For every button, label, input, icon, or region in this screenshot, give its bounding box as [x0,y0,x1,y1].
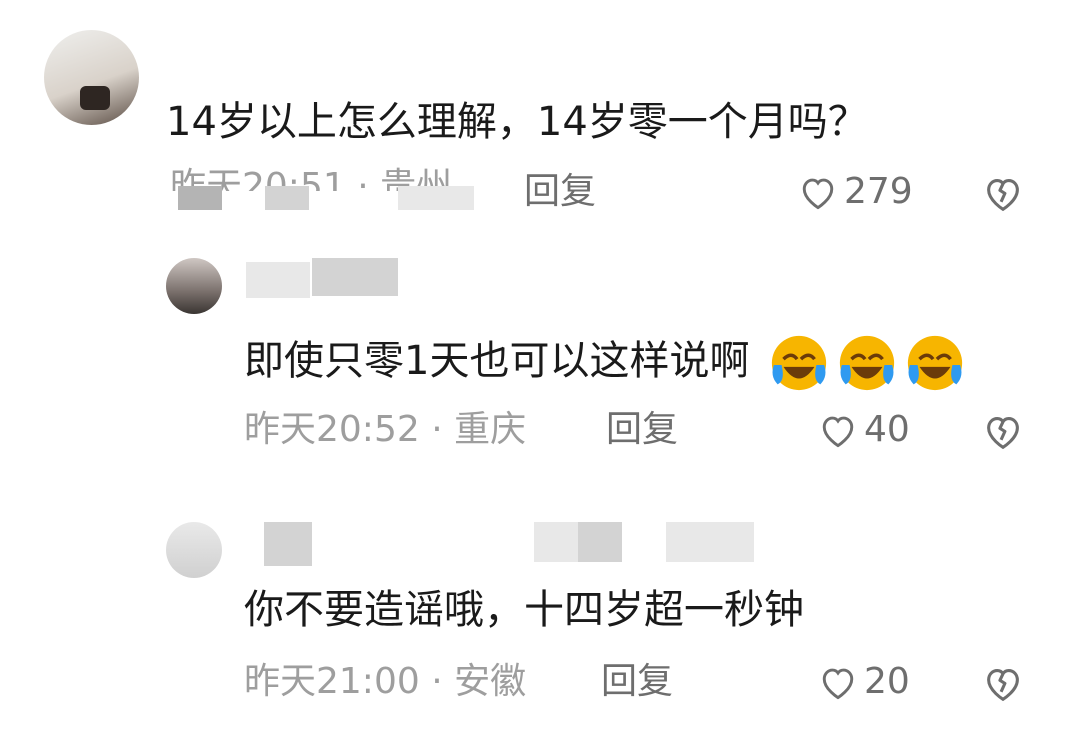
like-count: 40 [864,409,910,450]
like-count: 279 [844,171,913,212]
censor-block [534,522,578,562]
laugh-cry-emoji [908,335,963,391]
censor-block [178,186,222,210]
broken-heart-icon [987,669,1019,702]
comment-text: 你不要造谣哦，十四岁超一秒钟 [244,587,804,633]
like-count: 20 [864,661,910,702]
dislike-button[interactable] [980,660,1026,710]
avatar-image-detail [80,86,110,110]
avatar[interactable] [166,258,222,314]
censor-block [312,258,398,296]
broken-heart-icon [987,417,1019,450]
comment-text: 14岁以上怎么理解，14岁零一个月吗？ [166,99,868,145]
dislike-button[interactable] [980,408,1026,458]
heart-icon [802,178,834,210]
reply-button[interactable]: 回复 [601,660,673,704]
reply-button[interactable]: 回复 [524,170,596,214]
laugh-cry-emoji [772,335,827,391]
dislike-button[interactable] [980,170,1026,220]
censor-block [578,522,622,562]
censor-block [264,522,312,566]
censor-block [265,186,309,210]
censor-block [666,522,754,562]
comment-meta: 昨天21:00 · 安徽 [244,661,527,702]
broken-heart-icon [987,179,1019,212]
avatar[interactable] [166,522,222,578]
like-button[interactable]: 20 [816,660,910,704]
like-button[interactable]: 40 [816,408,910,452]
censor-block [246,262,310,298]
comment-text: 即使只零1天也可以这样说啊 [244,332,966,394]
laugh-cry-emoji [840,335,895,391]
heart-icon [822,416,854,448]
comment-meta: 昨天20:52 · 重庆 [244,409,527,450]
reply-button[interactable]: 回复 [606,408,678,452]
avatar[interactable] [44,30,139,125]
comment-text-content: 即使只零1天也可以这样说啊 [244,338,750,384]
censor-block [398,186,474,210]
like-button[interactable]: 279 [796,170,913,214]
heart-icon [822,668,854,700]
